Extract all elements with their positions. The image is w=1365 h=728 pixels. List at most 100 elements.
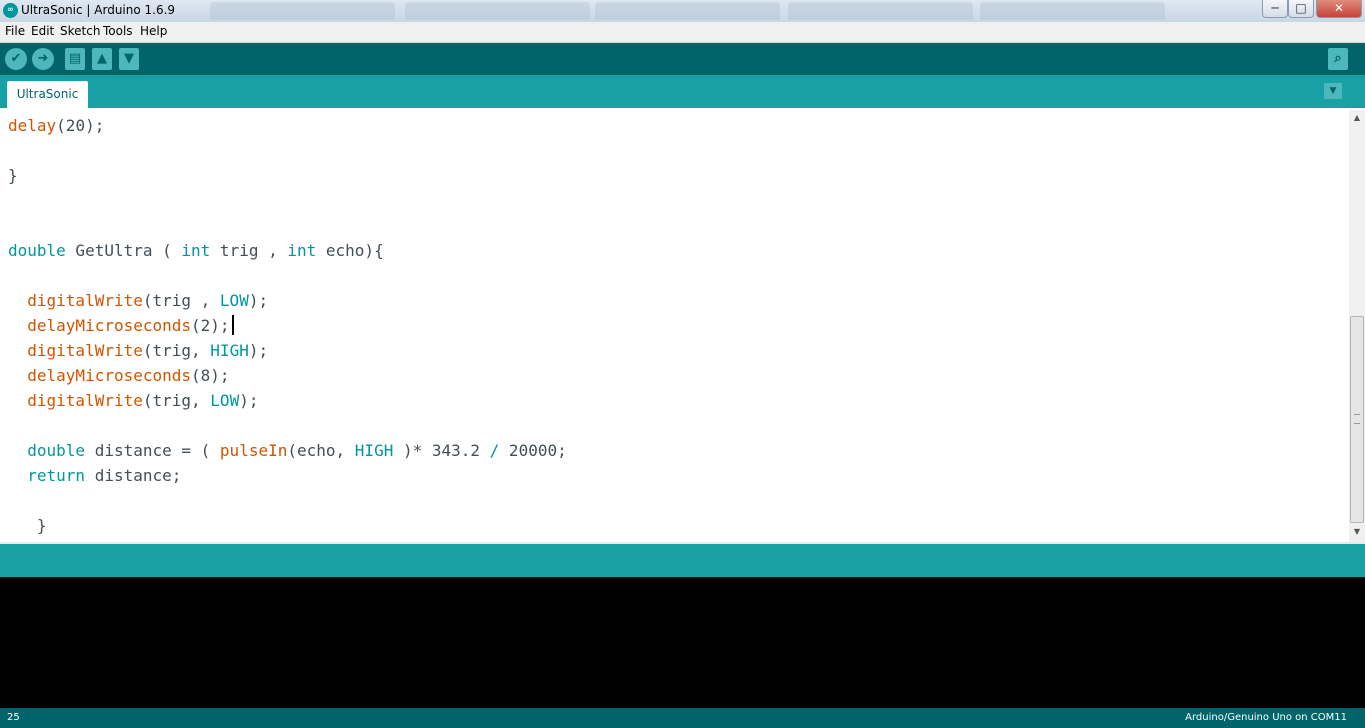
code-token: /	[489, 441, 500, 460]
board-port-info: Arduino/Genuino Uno on COM11	[1185, 712, 1347, 723]
background-tab	[980, 2, 1165, 20]
console-output[interactable]	[0, 577, 1365, 708]
code-line[interactable]	[8, 213, 567, 238]
code-line[interactable]	[8, 263, 567, 288]
text-caret	[231, 315, 234, 335]
code-line[interactable]: double GetUltra ( int trig , int echo){	[8, 238, 567, 263]
code-line[interactable]: double distance = ( pulseIn(echo, HIGH )…	[8, 438, 567, 463]
code-token: digitalWrite	[27, 341, 143, 360]
code-token: (trig,	[142, 341, 211, 360]
background-tab	[788, 2, 973, 20]
line-number: 25	[7, 712, 20, 723]
code-token: }	[8, 516, 47, 535]
arduino-logo-icon: ∞	[3, 3, 18, 18]
scroll-up-arrow-icon[interactable]: ▲	[1349, 110, 1365, 126]
message-bar	[0, 544, 1365, 577]
background-tab	[405, 2, 590, 20]
code-token: GetUltra (	[65, 241, 182, 260]
verify-button[interactable]: ✔	[5, 48, 27, 70]
arrow-down-icon: ▼	[124, 51, 134, 66]
code-line[interactable]: delayMicroseconds(8);	[8, 363, 567, 388]
code-editor[interactable]: delay(20);} double GetUltra ( int trig , …	[0, 108, 1365, 544]
maximize-button[interactable]: □	[1288, 0, 1314, 18]
magnifier-icon: ⌕	[1334, 51, 1342, 66]
code-token: int	[181, 241, 211, 260]
tab-menu-button[interactable]: ▼	[1324, 83, 1342, 99]
code-line[interactable]: delayMicroseconds(2);	[8, 313, 567, 338]
background-browser-tabs	[200, 2, 1260, 20]
code-token: distance;	[85, 466, 182, 485]
code-token: double	[27, 441, 86, 460]
checkmark-icon: ✔	[10, 51, 22, 66]
code-token: HIGH	[354, 441, 394, 460]
scrollbar-thumb[interactable]	[1350, 316, 1364, 523]
triangle-down-icon: ▼	[1329, 86, 1337, 96]
arrow-right-icon: ➜	[37, 51, 49, 66]
save-sketch-button[interactable]: ▼	[119, 48, 139, 70]
menu-sketch[interactable]: Sketch	[60, 24, 100, 38]
close-button[interactable]: ✕	[1316, 0, 1362, 18]
title-bar: ∞ UltraSonic | Arduino 1.6.9 ─ □ ✕	[0, 0, 1365, 22]
serial-monitor-button[interactable]: ⌕	[1328, 48, 1348, 70]
code-token: digitalWrite	[27, 391, 143, 410]
code-token: distance = (	[85, 441, 220, 460]
code-token: (2);	[191, 316, 230, 335]
code-token: delayMicroseconds	[27, 316, 192, 335]
code-token: delayMicroseconds	[27, 366, 192, 385]
code-token: return	[27, 466, 86, 485]
minimize-button[interactable]: ─	[1262, 0, 1288, 18]
open-sketch-button[interactable]: ▲	[92, 48, 112, 70]
grip-icon	[1354, 414, 1360, 424]
code-line[interactable]: }	[8, 163, 567, 188]
code-line[interactable]: }	[8, 513, 567, 538]
code-line[interactable]: return distance;	[8, 463, 567, 488]
code-token: );	[239, 391, 259, 410]
menu-tools[interactable]: Tools	[103, 24, 133, 38]
code-line[interactable]: digitalWrite(trig, LOW);	[8, 388, 567, 413]
code-line[interactable]: digitalWrite(trig, HIGH);	[8, 338, 567, 363]
code-line[interactable]	[8, 138, 567, 163]
arrow-up-icon: ▲	[97, 51, 107, 66]
code-token: );	[248, 291, 269, 310]
menu-edit[interactable]: Edit	[31, 24, 54, 38]
code-token: digitalWrite	[27, 291, 143, 310]
menu-file[interactable]: File	[5, 24, 25, 38]
code-token: double	[8, 241, 66, 260]
code-line[interactable]	[8, 413, 567, 438]
menu-help[interactable]: Help	[140, 24, 167, 38]
code-token: (trig ,	[142, 291, 220, 310]
code-line[interactable]	[8, 488, 567, 513]
code-text[interactable]: delay(20);} double GetUltra ( int trig , …	[8, 113, 567, 538]
background-tab	[210, 2, 395, 20]
upload-button[interactable]: ➜	[32, 48, 54, 70]
code-token: (20);	[56, 116, 105, 135]
code-token: );	[248, 341, 269, 360]
window-title: UltraSonic | Arduino 1.6.9	[21, 3, 176, 17]
code-token: HIGH	[210, 341, 249, 360]
code-line[interactable]: digitalWrite(trig , LOW);	[8, 288, 567, 313]
background-tab	[595, 2, 780, 20]
code-line[interactable]: delay(20);	[8, 113, 567, 138]
scroll-down-arrow-icon[interactable]: ▼	[1349, 524, 1365, 540]
code-token: (8);	[191, 366, 230, 385]
code-token: LOW	[219, 291, 249, 310]
code-line[interactable]	[8, 188, 567, 213]
code-token: (echo,	[287, 441, 355, 460]
code-token: pulseIn	[219, 441, 288, 460]
code-token: delay	[8, 116, 57, 135]
vertical-scrollbar[interactable]: ▲ ▼	[1349, 110, 1365, 542]
code-token: )* 343.2	[393, 441, 490, 460]
code-token: echo){	[316, 241, 384, 260]
tab-ultrasonic[interactable]: UltraSonic	[7, 81, 88, 108]
code-token: 20000;	[499, 441, 567, 460]
code-token: }	[8, 166, 18, 185]
code-token: trig ,	[210, 241, 288, 260]
new-sketch-button[interactable]: ▤	[65, 48, 85, 70]
